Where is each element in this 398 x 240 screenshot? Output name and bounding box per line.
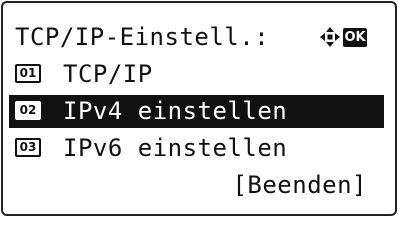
menu-item-label: IPv4 einstellen bbox=[63, 97, 288, 125]
menu-item-tcpip[interactable]: 01 TCP/IP bbox=[3, 56, 395, 92]
item-number-badge: 01 bbox=[15, 64, 41, 83]
item-number-badge: 02 bbox=[15, 101, 41, 120]
menu-item-label: TCP/IP bbox=[63, 60, 153, 88]
screen-title: TCP/IP-Einstell.: bbox=[15, 23, 270, 51]
menu-item-label: IPv6 einstellen bbox=[63, 134, 288, 162]
ok-key-icon: OK bbox=[343, 28, 367, 47]
lcd-screen: TCP/IP-Einstell.: OK 01 TCP/IP 02 IPv4 e… bbox=[1, 1, 397, 216]
item-number-badge: 03 bbox=[15, 138, 41, 157]
end-option[interactable]: [Beenden] bbox=[3, 167, 395, 203]
four-way-arrow-icon bbox=[320, 27, 340, 47]
title-bar: TCP/IP-Einstell.: OK bbox=[3, 19, 395, 55]
menu-item-ipv4-settings[interactable]: 02 IPv4 einstellen bbox=[3, 93, 395, 129]
end-label[interactable]: [Beenden] bbox=[232, 167, 367, 203]
menu-item-ipv6-settings[interactable]: 03 IPv6 einstellen bbox=[3, 130, 395, 166]
